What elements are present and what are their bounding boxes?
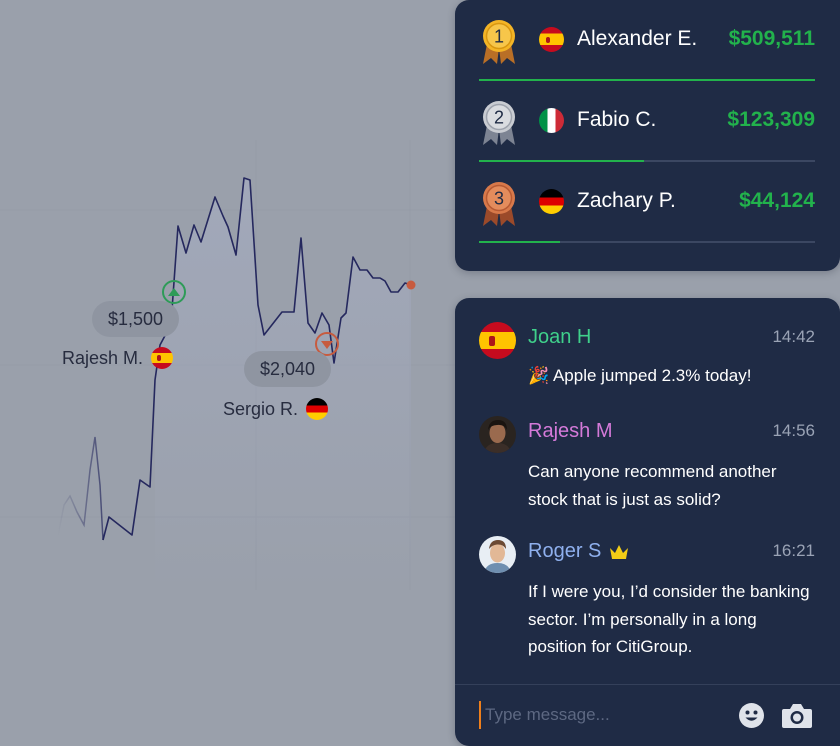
crown-icon (610, 544, 629, 559)
leaderboard-row[interactable]: 1 Alexander E. $509,511 (479, 0, 815, 81)
message-text: If I were you, I’d consider the banking … (528, 582, 810, 656)
chat-message: Roger S 16:21 If I were you, I’d conside… (479, 536, 815, 666)
trader-label: Sergio R. (223, 398, 329, 420)
author-name: Joan H (528, 326, 592, 348)
price-chart: $1,500 Rajesh M. $2,040 Sergio R. (0, 0, 470, 746)
chat-input-bar (455, 684, 840, 746)
person-photo-icon (479, 416, 516, 453)
trader-profit: $44,124 (739, 189, 815, 212)
trader-label: Rajesh M. (62, 347, 174, 369)
gold-medal-icon: 1 (483, 20, 515, 64)
leaderboard-row[interactable]: 3 Zachary P. $44,124 (479, 162, 815, 243)
user-photo-avatar[interactable] (479, 536, 516, 573)
chat-message: Joan H 14:42 🎉 Apple jumped 2.3% today! (479, 322, 815, 412)
author-name: Rajesh M (528, 420, 613, 442)
silver-medal-icon: 2 (483, 101, 515, 145)
message-input[interactable] (479, 701, 699, 729)
chart-current-price-marker (406, 280, 416, 290)
spain-flag-avatar[interactable] (479, 322, 516, 359)
trader-name: Rajesh M. (62, 347, 144, 368)
spain-flag-icon (539, 27, 564, 52)
trade-amount-bubble: $1,500 (92, 301, 180, 337)
progress-fill (479, 241, 560, 243)
camera-icon[interactable] (781, 702, 813, 729)
medal-rank: 2 (494, 108, 504, 128)
germany-flag-icon (539, 189, 564, 214)
leaderboard-panel: 1 Alexander E. $509,511 2 Fabio C. $123,… (455, 0, 840, 271)
chat-message: Rajesh M 14:56 Can anyone recommend anot… (479, 416, 815, 526)
italy-flag-icon (539, 108, 564, 133)
message-author[interactable]: Roger S (528, 540, 629, 563)
message-time: 16:21 (772, 541, 815, 560)
person-photo-icon (479, 536, 516, 573)
message-time: 14:42 (772, 327, 815, 346)
user-photo-avatar[interactable] (479, 416, 516, 453)
author-name: Roger S (528, 540, 602, 562)
chart-svg (0, 140, 470, 590)
trader-profit: $509,511 (728, 27, 815, 50)
message-author[interactable]: Joan H (528, 326, 591, 349)
bronze-medal-icon: 3 (483, 182, 515, 226)
trader-name: Fabio C. (577, 108, 657, 131)
trader-name: Sergio R. (223, 398, 299, 419)
message-time: 14:56 (772, 421, 815, 440)
germany-flag-icon (306, 398, 329, 420)
chart-line-history (57, 436, 104, 541)
message-text: 🎉 Apple jumped 2.3% today! (528, 366, 752, 385)
trade-amount-bubble: $2,040 (244, 351, 332, 387)
emoji-icon[interactable] (738, 702, 765, 729)
chat-panel: Joan H 14:42 🎉 Apple jumped 2.3% today! … (455, 298, 840, 746)
trader-name: Alexander E. (577, 27, 698, 50)
trader-name: Zachary P. (577, 189, 676, 212)
message-text: Can anyone recommend another stock that … (528, 462, 777, 509)
trader-profit: $123,309 (727, 108, 815, 131)
medal-rank: 3 (494, 189, 504, 209)
medal-rank: 1 (494, 27, 504, 47)
spain-flag-icon (151, 347, 174, 369)
message-author[interactable]: Rajesh M (528, 420, 612, 443)
progress-track (479, 241, 815, 243)
leaderboard-row[interactable]: 2 Fabio C. $123,309 (479, 81, 815, 162)
